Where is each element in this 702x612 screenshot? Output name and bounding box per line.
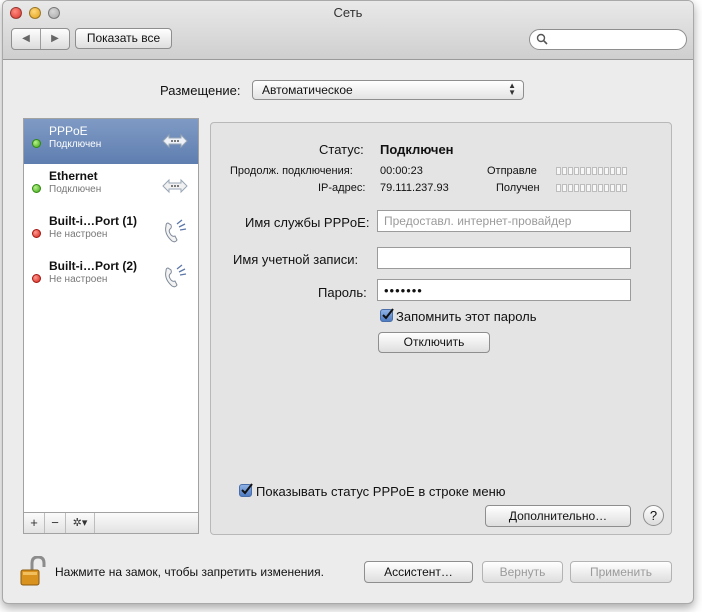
sent-label: Отправле [487,165,537,177]
window-title: Сеть [333,5,363,20]
service-name: Ethernet [49,169,98,183]
password-label: Пароль: [318,285,367,300]
remember-password-label: Запомнить этот пароль [396,309,537,324]
forward-button[interactable]: ▶ [41,29,69,49]
status-value: Подключен [380,142,454,157]
checkmark-icon [382,308,394,320]
service-name: Built-i…Port (1) [49,214,137,228]
location-popup[interactable]: Автоматическое ▲ ▼ [252,80,524,100]
show-status-label: Показывать статус PPPoE в строке меню [256,484,506,499]
ethernet-arrows-icon [162,178,188,194]
assistant-button[interactable]: Ассистент… [364,561,473,583]
add-service-button[interactable]: + [24,513,45,533]
service-status: Не настроен [49,229,108,240]
account-name-label: Имя учетной записи: [233,252,359,267]
service-item-builtin-port-1[interactable]: Built-i…Port (1) Не настроен [24,209,198,254]
service-name-label: Имя службы PPPoE: [245,215,370,230]
ethernet-arrows-icon [162,133,188,149]
disconnect-button[interactable]: Отключить [378,332,490,353]
advanced-button[interactable]: Дополнительно… [485,505,631,527]
popup-arrows-icon: ▲ ▼ [508,81,516,97]
password-field[interactable]: ••••••• [377,279,631,301]
status-green-icon [32,184,41,193]
network-preferences-window: Сеть ◀ ▶ Показать все Размещение: Автома… [2,0,694,604]
revert-button[interactable]: Вернуть [482,561,563,583]
search-input[interactable] [529,29,687,50]
status-label: Статус: [319,142,364,157]
ip-label: IP-адрес: [318,182,366,194]
phone-modem-icon [165,219,187,243]
location-label: Размещение: [160,83,241,98]
titlebar: Сеть ◀ ▶ Показать все [3,1,693,60]
remove-service-button[interactable]: − [45,513,66,533]
gear-menu-button[interactable]: ✲▾ [66,513,95,533]
service-name: PPPoE [49,124,88,138]
show-all-button[interactable]: Показать все [75,28,172,49]
search-icon [536,33,548,45]
phone-modem-icon [165,264,187,288]
back-forward-control: ◀ ▶ [11,28,70,50]
help-button[interactable]: ? [643,505,664,526]
ip-value: 79.111.237.93 [380,182,449,194]
lock-icon[interactable] [20,556,46,588]
duration-label: Продолж. подключения: [230,165,353,177]
service-status: Подключен [49,184,102,195]
remember-password-checkbox[interactable] [380,308,394,322]
received-activity-meter [556,184,627,192]
status-red-icon [32,229,41,238]
status-green-icon [32,139,41,148]
service-item-pppoe[interactable]: PPPoE Подключен [24,119,198,164]
received-label: Получен [496,182,540,194]
service-list: PPPoE Подключен Ethernet Подключен Built… [23,118,199,513]
location-value: Автоматическое [262,83,353,97]
duration-value: 00:00:23 [380,165,423,177]
checkmark-icon [241,483,253,495]
account-name-field[interactable] [377,247,631,269]
sent-activity-meter [556,167,627,175]
service-name: Built-i…Port (2) [49,259,137,273]
back-button[interactable]: ◀ [12,29,41,49]
service-list-actions: + − ✲▾ [23,513,199,534]
status-red-icon [32,274,41,283]
service-item-ethernet[interactable]: Ethernet Подключен [24,164,198,209]
service-name-field[interactable]: Предоставл. интернет-провайдер [377,210,631,232]
service-status: Не настроен [49,274,108,285]
lock-hint-text: Нажмите на замок, чтобы запретить измене… [55,565,324,579]
apply-button[interactable]: Применить [570,561,672,583]
service-status: Подключен [49,139,102,150]
show-status-checkbox[interactable] [239,483,253,497]
service-item-builtin-port-2[interactable]: Built-i…Port (2) Не настроен [24,254,198,299]
